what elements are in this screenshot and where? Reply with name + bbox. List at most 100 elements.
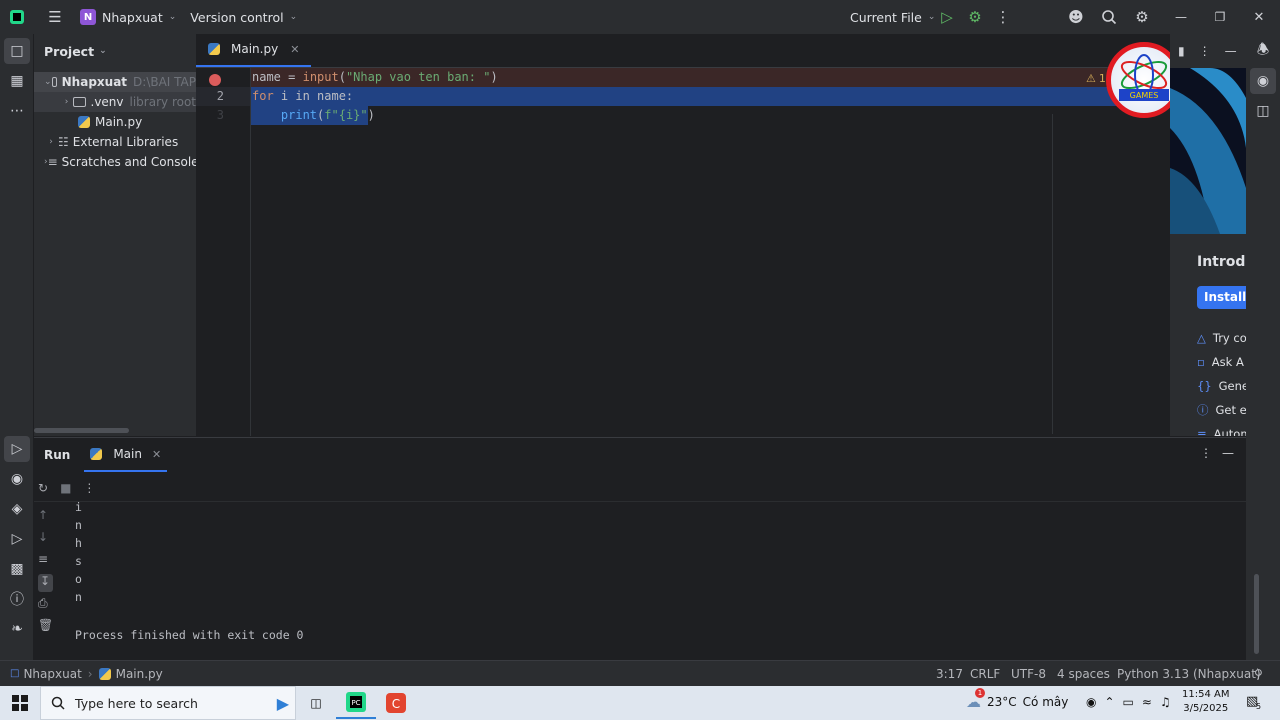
soft-wrap-icon[interactable]: ≡	[38, 552, 53, 570]
more-icon[interactable]: ⋮	[83, 481, 95, 495]
minimize-panel-icon[interactable]: —	[1222, 446, 1234, 460]
services-icon[interactable]: ▷	[4, 526, 30, 552]
chevron-down-icon: ⌄	[168, 12, 177, 22]
system-tray: ◉ ⌃ ▭ ≈ ♫	[1086, 695, 1171, 709]
pycharm-taskbar-icon[interactable]: PC	[336, 687, 376, 719]
warning-count: 1	[1098, 72, 1106, 85]
inspection-widget[interactable]: ⚠ 1	[1086, 72, 1106, 85]
run-tab-main[interactable]: Main ✕	[84, 438, 168, 472]
arrow-down-icon[interactable]: ↓	[38, 530, 53, 548]
database-icon[interactable]: ◫	[1250, 98, 1276, 124]
tree-item-scratches[interactable]: › ≡ Scratches and Console	[34, 152, 196, 172]
chat-icon: ▫	[1197, 354, 1205, 369]
close-tab-icon[interactable]: ✕	[290, 43, 299, 56]
install-button[interactable]: Install F	[1197, 286, 1246, 309]
ai-feature-label: Try co	[1212, 330, 1246, 345]
minimize-panel-icon[interactable]: —	[1225, 44, 1237, 58]
debug-icon[interactable]: ⚙	[964, 6, 986, 28]
venv-name: .venv	[90, 95, 124, 109]
output-line: h	[75, 536, 82, 550]
ai-feature-item[interactable]: ⓘ Get er	[1197, 400, 1246, 419]
horizontal-scrollbar[interactable]	[34, 428, 129, 433]
ai-feature-item[interactable]: ≡ Autom	[1197, 424, 1246, 437]
show-hidden-icon[interactable]: ⌃	[1104, 695, 1114, 709]
output-line: o	[75, 572, 82, 586]
more-icon[interactable]: ⋮	[1199, 44, 1211, 58]
windows-start-icon[interactable]	[0, 686, 40, 720]
line-separator[interactable]: CRLF	[970, 667, 1000, 681]
vertical-scrollbar[interactable]	[1254, 574, 1259, 654]
battery-icon[interactable]: ▭	[1123, 695, 1134, 709]
python-packages-icon[interactable]: ◈	[4, 496, 30, 522]
search-icon[interactable]	[1098, 6, 1120, 28]
tab-main-py[interactable]: Main.py ✕	[196, 33, 312, 67]
tree-item-external-libraries[interactable]: › ☷ External Libraries	[34, 132, 196, 152]
ai-feature-item[interactable]: △ Try co	[1197, 328, 1246, 347]
more-tools-icon[interactable]: ⋯	[4, 98, 30, 124]
tree-item-main[interactable]: Main.py	[34, 112, 196, 132]
status-file[interactable]: Main.py	[116, 667, 163, 681]
restore-icon[interactable]: ❐	[1209, 6, 1231, 28]
notification-center-icon[interactable]: ▧ 5	[1246, 694, 1261, 711]
ai-assistant-icon[interactable]: ◉	[1250, 68, 1276, 94]
recorder-taskbar-icon[interactable]: C	[376, 686, 416, 720]
file-encoding[interactable]: UTF-8	[1011, 667, 1046, 681]
project-panel-header[interactable]: Project ⌄	[34, 34, 196, 68]
vcs-widget[interactable]: Version control ⌄	[190, 10, 297, 25]
line-number: 2	[216, 89, 224, 103]
add-user-icon[interactable]: ☻	[1065, 6, 1087, 28]
close-tab-icon[interactable]: ✕	[152, 448, 161, 461]
more-icon[interactable]: ⋮	[992, 6, 1014, 28]
breakpoint-icon[interactable]	[209, 74, 221, 86]
tree-item-venv[interactable]: › .venv library root	[34, 92, 196, 112]
tree-root[interactable]: ⌄ Nhapxuat D:\BAI TAP	[34, 72, 196, 92]
gutter-divider	[250, 68, 251, 436]
caret-position[interactable]: 3:17	[936, 667, 963, 681]
ai-feature-item[interactable]: {} Gener	[1197, 376, 1246, 395]
git-icon[interactable]: ❧	[4, 616, 30, 642]
print-icon[interactable]: ⎙	[38, 596, 53, 614]
task-view-icon[interactable]: ◫	[296, 686, 336, 720]
trash-icon[interactable]: 🗑	[38, 618, 53, 636]
weather-widget[interactable]: ☁ 1 23°C Có mây	[966, 688, 1068, 711]
run-config-label: Current File	[850, 9, 922, 25]
run-tool-icon[interactable]: ▷	[4, 436, 30, 462]
code-token: input	[302, 70, 339, 84]
arrow-up-icon[interactable]: ↑	[38, 508, 53, 526]
minimize-icon[interactable]: —	[1170, 6, 1192, 28]
expand-arrow-icon[interactable]: ›	[60, 97, 73, 107]
terminal-icon[interactable]: ▩	[4, 556, 30, 582]
code-line-3: print(f"{i}")	[252, 106, 1226, 125]
ai-banner-image	[1170, 68, 1246, 234]
expand-arrow-icon[interactable]: ›	[44, 137, 58, 147]
structure-tool-icon[interactable]: ▦	[4, 68, 30, 94]
wifi-icon[interactable]: ≈	[1142, 695, 1152, 709]
settings-icon[interactable]: ⚙	[1131, 6, 1153, 28]
project-widget[interactable]: N Nhapxuat ⌄	[80, 9, 176, 25]
taskbar-search-box[interactable]: Type here to search ▶	[40, 686, 296, 720]
notifications-icon[interactable]: 🕭	[1250, 38, 1276, 64]
python-file-icon	[78, 116, 90, 128]
python-console-icon[interactable]: ◉	[4, 466, 30, 492]
stop-icon[interactable]: ■	[60, 481, 71, 495]
clock[interactable]: 11:54 AM 3/5/2025	[1182, 688, 1229, 716]
run-config-selector[interactable]: Current File ⌄	[850, 10, 935, 25]
main-menu-icon[interactable]: ☰	[44, 6, 66, 28]
expand-arrow-icon[interactable]: ⌄	[44, 77, 52, 87]
run-icon[interactable]: ▷	[936, 6, 958, 28]
python-interpreter[interactable]: Python 3.13 (Nhapxuat)	[1117, 667, 1261, 681]
ai-feature-item[interactable]: ▫ Ask A	[1197, 352, 1246, 371]
more-icon[interactable]: ⋮	[1200, 446, 1212, 460]
project-tool-icon[interactable]: □	[4, 38, 30, 64]
indent-setting[interactable]: 4 spaces	[1057, 667, 1110, 681]
problems-icon[interactable]: ⓘ	[4, 586, 30, 612]
volume-icon[interactable]: ♫	[1160, 695, 1171, 709]
meet-now-icon[interactable]: ◉	[1086, 695, 1096, 709]
scroll-to-end-icon[interactable]: ↧	[38, 574, 54, 592]
close-icon[interactable]: ✕	[1248, 6, 1270, 28]
lock-icon[interactable]: ⚲	[1254, 667, 1263, 681]
clock-date: 3/5/2025	[1183, 703, 1229, 714]
status-project[interactable]: Nhapxuat	[23, 667, 81, 681]
rerun-icon[interactable]: ↻	[38, 481, 48, 495]
